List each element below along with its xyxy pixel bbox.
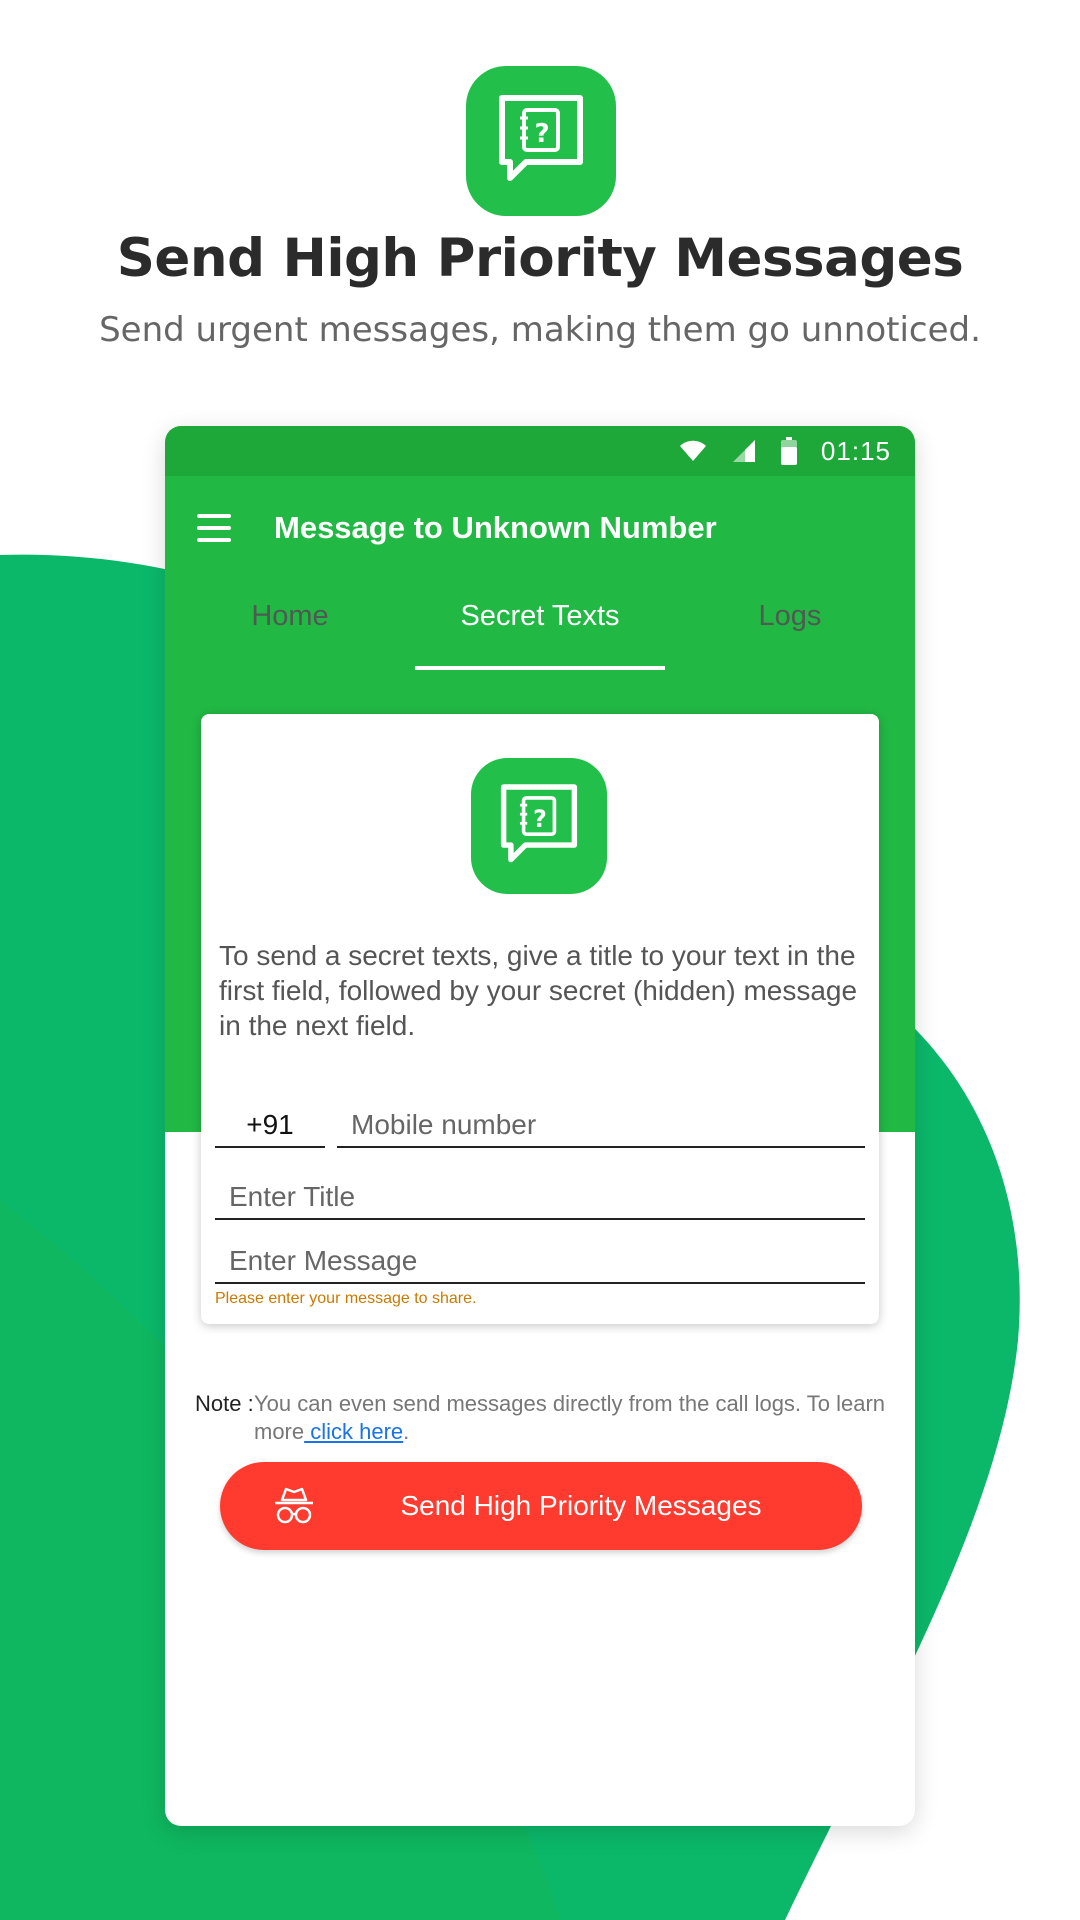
tab-logs[interactable]: Logs [665,600,915,633]
phone-screen: 01:15 Message to Unknown Number Home Sec… [165,426,915,1826]
mobile-number-input[interactable] [337,1108,865,1148]
tab-indicator [415,666,665,670]
secret-text-card: ? To send a secret texts, give a title t… [201,714,879,1324]
wifi-icon [679,440,706,461]
app-title: Message to Unknown Number [274,510,717,545]
battery-icon [780,437,797,465]
note-label: Note : [195,1391,254,1416]
signal-icon [732,440,755,462]
send-high-priority-button[interactable]: Send High Priority Messages [220,1462,862,1550]
send-button-label: Send High Priority Messages [400,1490,762,1521]
app-bar: Message to Unknown Number [165,476,915,580]
note: Note : You can even send messages direct… [195,1390,895,1446]
secret-message-app-icon: ? [471,758,607,894]
tab-home[interactable]: Home [165,600,415,633]
title-input[interactable] [215,1180,865,1220]
status-bar: 01:15 [165,426,915,476]
note-body: You can even send messages directly from… [254,1390,895,1446]
status-time: 01:15 [820,435,891,466]
message-error-text: Please enter your message to share. [215,1290,477,1307]
click-here-link[interactable]: click here [304,1419,403,1444]
country-code-field[interactable] [215,1108,325,1148]
tab-secret-texts[interactable]: Secret Texts [415,600,665,633]
incognito-icon [275,1487,313,1524]
message-input[interactable] [215,1244,865,1284]
svg-text:?: ? [534,119,549,149]
marketing-headline: Send High Priority Messages [116,228,964,289]
card-description: To send a secret texts, give a title to … [219,940,858,1041]
app-logo-icon: ? [466,66,616,216]
marketing-subline: Send urgent messages, making them go unn… [99,310,981,350]
menu-icon[interactable] [197,514,231,542]
note-suffix: . [403,1419,410,1444]
svg-text:?: ? [533,805,547,833]
